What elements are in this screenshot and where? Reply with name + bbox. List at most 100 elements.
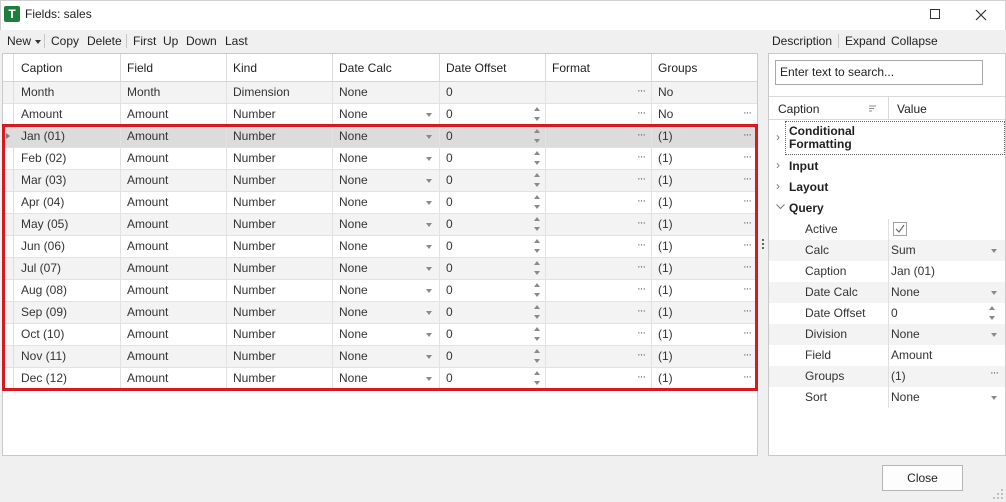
property-name: Caption [805,264,847,278]
close-icon [975,9,987,21]
table-row[interactable]: Month Month Dimension None 0 ··· No [3,82,757,104]
property-header-caption[interactable]: Caption [778,102,819,116]
chevron-down-icon [35,39,42,44]
property-row-division[interactable]: Division None [769,324,1005,345]
column-header-field[interactable]: Field [121,54,227,82]
category-label: Query [789,201,824,215]
category-conditional-formatting[interactable]: › Conditional Formatting [769,121,1005,156]
dropdown-arrow-icon[interactable] [991,249,997,253]
chevron-down-icon[interactable] [776,204,785,210]
column-header-caption[interactable]: Caption [15,54,121,82]
column-header-kind[interactable]: Kind [227,54,333,82]
spinner-icon[interactable] [533,106,541,123]
cell-date-offset[interactable]: 0 [440,104,546,125]
ellipsis-icon[interactable]: ··· [743,104,752,123]
property-name: Division [805,327,848,341]
toolbar-divider [44,34,45,48]
cell-caption-text: Month [21,85,55,99]
cell-field[interactable]: Amount [121,104,227,125]
property-value: None [891,285,920,299]
app-logo-icon: T [4,6,20,22]
cell-date-offset[interactable]: 0 [440,82,546,103]
column-header-format[interactable]: Format [546,54,652,82]
new-button[interactable]: New [7,34,42,48]
property-row-active[interactable]: Active [769,219,1005,240]
chevron-right-icon[interactable]: › [776,179,780,193]
cell-kind-text: Dimension [233,85,290,99]
ellipsis-icon[interactable]: ··· [637,82,646,101]
property-row-caption[interactable]: Caption Jan (01) [769,261,1005,282]
cell-date-offset-text: 0 [446,85,453,99]
cell-date-calc-text: None [339,107,368,121]
property-row-date-offset[interactable]: Date Offset 0 [769,303,1005,324]
cell-date-offset-text: 0 [446,107,453,121]
maximize-button[interactable] [912,0,958,30]
property-value: None [891,327,920,341]
property-grid-header: Caption Value [769,96,1005,120]
first-button[interactable]: First [133,34,156,48]
window-title: Fields: sales [25,7,92,21]
chevron-right-icon[interactable]: › [776,130,780,144]
dropdown-arrow-icon[interactable] [426,113,432,117]
row-indicator[interactable] [3,82,14,103]
grid-header: Caption Field Kind Date Calc Date Offset… [3,54,757,82]
delete-button[interactable]: Delete [87,34,122,48]
ellipsis-icon[interactable]: ··· [990,367,999,379]
category-query[interactable]: Query [769,198,1005,219]
cell-kind[interactable]: Number [227,104,333,125]
cell-field[interactable]: Month [121,82,227,103]
column-header-groups[interactable]: Groups [652,54,757,82]
cell-groups-text: No [658,85,674,99]
property-name: Active [805,222,838,236]
cell-caption[interactable]: Amount [15,104,121,125]
property-row-groups[interactable]: Groups (1) ··· [769,366,1005,387]
cell-date-calc-text: None [339,85,368,99]
sort-icon[interactable] [869,105,876,112]
maximize-icon [930,9,940,19]
dropdown-arrow-icon[interactable] [991,291,997,295]
down-button[interactable]: Down [186,34,217,48]
property-row-date-calc[interactable]: Date Calc None [769,282,1005,303]
title-bar [0,0,1006,30]
close-button[interactable]: Close [882,465,963,491]
property-row-field[interactable]: Field Amount [769,345,1005,366]
last-button[interactable]: Last [225,34,248,48]
chevron-right-icon[interactable]: › [776,158,780,172]
collapse-button[interactable]: Collapse [891,34,938,48]
cell-groups[interactable]: No ··· [652,104,757,125]
column-header-date-offset[interactable]: Date Offset [440,54,546,82]
cell-groups[interactable]: No [652,82,757,103]
property-name: Calc [805,243,830,257]
description-button[interactable]: Description [772,34,832,48]
dropdown-arrow-icon[interactable] [991,396,997,400]
cell-caption[interactable]: Month [15,82,121,103]
dropdown-arrow-icon[interactable] [991,333,997,337]
close-window-button[interactable] [958,0,1004,30]
category-input[interactable]: › Input [769,156,1005,177]
splitter-handle[interactable] [762,239,764,249]
column-header-date-calc[interactable]: Date Calc [333,54,440,82]
up-button[interactable]: Up [163,34,178,48]
cell-format[interactable]: ··· [546,104,652,125]
property-name: Field [805,348,832,362]
copy-button[interactable]: Copy [51,34,79,48]
cell-kind[interactable]: Dimension [227,82,333,103]
spinner-icon[interactable] [988,305,996,322]
property-name: Sort [805,390,828,404]
ellipsis-icon[interactable]: ··· [637,104,646,123]
row-indicator-header [3,54,14,82]
property-row-sort[interactable]: Sort None [769,387,1005,408]
cell-date-calc[interactable]: None [333,104,440,125]
expand-button[interactable]: Expand [845,34,886,48]
property-row-calc[interactable]: Calc Sum [769,240,1005,261]
property-search-input[interactable]: Enter text to search... [775,60,983,85]
row-indicator[interactable] [3,104,14,125]
active-checkbox[interactable] [893,222,907,236]
cell-groups-text: No [658,107,674,121]
cell-format[interactable]: ··· [546,82,652,103]
table-row[interactable]: Amount Amount Number None 0 ··· No ··· [3,104,757,126]
cell-date-calc[interactable]: None [333,82,440,103]
resize-grip-icon[interactable] [992,488,1004,500]
property-name: Groups [805,369,845,383]
category-layout[interactable]: › Layout [769,177,1005,198]
